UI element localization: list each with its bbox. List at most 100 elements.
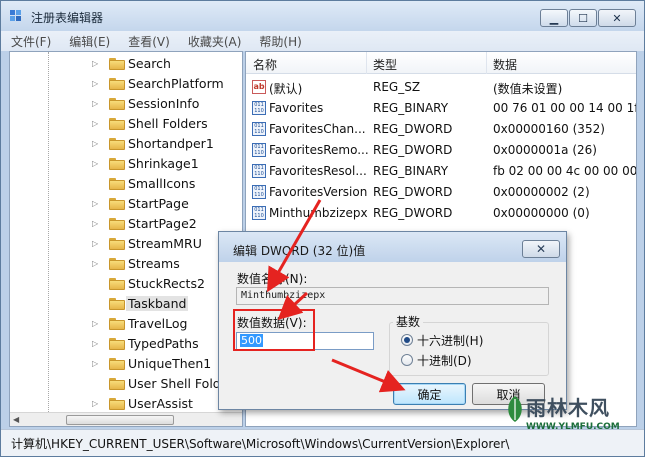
tree-item[interactable]: ▷ Search [10,54,242,74]
tree-item[interactable]: ▷ Shrinkage1 [10,154,242,174]
expand-arrow-icon[interactable]: ▷ [92,200,98,208]
close-icon: ✕ [535,242,547,256]
tree-item[interactable]: ▷ UniqueThen1 [10,354,242,374]
tree-item[interactable]: ▷ UserAssist [10,394,242,414]
menu-edit[interactable]: 编辑(E) [59,33,118,50]
tree-item[interactable]: ▷ Shell Folders [10,114,242,134]
tree-item-label: Shrinkage1 [128,156,199,171]
value-name-cell: Minthumbzizepx [269,206,368,220]
radio-hex-label[interactable]: 十六进制(H) [417,332,483,349]
tree-item-label: Streams [128,256,180,271]
close-icon: ✕ [612,11,622,25]
tree-item-label: StartPage2 [128,216,197,231]
tree-item[interactable]: ▷ Streams [10,254,242,274]
column-header-data[interactable]: 数据 [493,56,517,73]
expand-arrow-icon[interactable]: ▷ [92,80,98,88]
minimize-button[interactable]: ▁ [540,9,568,27]
radio-hex[interactable] [401,334,413,346]
expand-arrow-icon[interactable]: ▷ [92,360,98,368]
expand-arrow-icon[interactable]: ▷ [92,340,98,348]
registry-value-row[interactable]: 011 110 Favorites REG_BINARY 00 76 01 00 00… [246,98,637,119]
registry-value-row[interactable]: ab (默认) REG_SZ (数值未设置) [246,77,636,98]
registry-value-row[interactable]: 011 110 FavoritesVersion REG_DWORD 0x000000… [246,182,636,203]
value-data-cell: 00 76 01 00 00 14 00 1f 8 [493,101,637,115]
column-divider[interactable] [366,52,367,74]
close-button[interactable]: ✕ [598,9,636,27]
tree-item-label: StreamMRU [128,236,202,251]
column-header-name[interactable]: 名称 [253,56,277,73]
expand-arrow-icon[interactable]: ▷ [92,260,98,268]
value-type-cell: REG_DWORD [373,143,453,157]
tree-item[interactable]: ▷ StreamMRU [10,234,242,254]
registry-tree-pane[interactable]: ▷ Search ▷ SearchPlatform ▷ SessionInfo ▷ Shell… [9,51,243,427]
tree-item-label: Shell Folders [128,116,208,131]
scrollbar-thumb[interactable] [66,415,174,425]
expand-arrow-icon[interactable]: ▷ [92,400,98,408]
registry-value-row[interactable]: 011 110 Minthumbzizepx REG_DWORD 0x00000000… [246,203,636,224]
menu-view[interactable]: 查看(V) [118,33,178,50]
value-data-cell: 0x00000000 (0) [493,206,590,220]
watermark-text: 雨林木风 [526,396,610,420]
folder-icon [109,378,125,390]
expand-arrow-icon[interactable]: ▷ [92,320,98,328]
menu-favorites[interactable]: 收藏夹(A) [178,33,250,50]
tree-horizontal-scrollbar[interactable]: ◀ [10,412,242,426]
ok-button-label: 确定 [417,387,442,402]
registry-editor-app-icon [10,10,21,21]
string-value-icon: ab [252,80,266,94]
window-title: 注册表编辑器 [31,11,104,25]
maximize-button[interactable]: ☐ [569,9,597,27]
folder-icon [109,118,125,130]
value-type-cell: REG_BINARY [373,164,449,178]
value-name-cell: (默认) [269,82,303,96]
minimize-icon: ▁ [549,11,559,25]
tree-item-label: User Shell Folde [128,376,229,391]
tree-item[interactable]: StuckRects2 [10,274,242,294]
dialog-close-button[interactable]: ✕ [522,240,560,258]
title-bar[interactable]: 注册表编辑器 ▁ ☐ ✕ [1,1,644,31]
menu-file[interactable]: 文件(F) [1,33,59,50]
value-data-cell: fb 02 00 00 4c 00 00 00 0 [493,164,637,178]
ok-button[interactable]: 确定 [393,383,466,405]
tree-item[interactable]: ▷ SearchPlatform [10,74,242,94]
radio-dec[interactable] [401,354,413,366]
registry-value-row[interactable]: 011 110 FavoritesRemo... REG_DWORD 0x000000… [246,140,636,161]
tree-item[interactable]: Taskband [10,294,242,314]
dialog-title-bar[interactable]: 编辑 DWORD (32 位)值 ✕ [219,232,566,262]
expand-arrow-icon[interactable]: ▷ [92,140,98,148]
tree-item[interactable]: ▷ StartPage2 [10,214,242,234]
menu-help[interactable]: 帮助(H) [249,33,309,50]
column-divider[interactable] [486,52,487,74]
status-path: 计算机\HKEY_CURRENT_USER\Software\Microsoft… [11,437,510,451]
folder-icon [109,158,125,170]
expand-arrow-icon[interactable]: ▷ [92,160,98,168]
folder-icon [109,398,125,410]
tree-item[interactable]: ▷ SessionInfo [10,94,242,114]
value-name-field: Minthumbzizepx [236,287,549,305]
column-header-type[interactable]: 类型 [373,56,397,73]
scroll-left-icon[interactable]: ◀ [13,415,19,424]
watermark-url: WWW.YLMFU.COM [526,422,620,432]
base-label: 基数 [393,313,424,330]
expand-arrow-icon[interactable]: ▷ [92,240,98,248]
tree-item-label: UniqueThen1 [128,356,212,371]
expand-arrow-icon[interactable]: ▷ [92,60,98,68]
value-data-cell: 0x0000001a (26) [493,143,597,157]
tree-item-label: SmallIcons [128,176,196,191]
tree-item[interactable]: ▷ TravelLog [10,314,242,334]
folder-icon [109,238,125,250]
expand-arrow-icon[interactable]: ▷ [92,120,98,128]
expand-arrow-icon[interactable]: ▷ [92,100,98,108]
registry-value-row[interactable]: 011 110 FavoritesResol... REG_BINARY fb 02 … [246,161,637,182]
tree-item[interactable]: User Shell Folde [10,374,242,394]
tree-item[interactable]: ▷ StartPage [10,194,242,214]
expand-arrow-icon[interactable]: ▷ [92,220,98,228]
tree-item[interactable]: SmallIcons [10,174,242,194]
tree-item[interactable]: ▷ TypedPaths [10,334,242,354]
registry-value-row[interactable]: 011 110 FavoritesChan... REG_DWORD 0x000001… [246,119,636,140]
tree-item[interactable]: ▷ Shortandper1 [10,134,242,154]
value-type-cell: REG_DWORD [373,206,453,220]
radio-dec-label[interactable]: 十进制(D) [417,352,472,369]
list-header: 名称 类型 数据 [246,52,636,74]
folder-icon [109,358,125,370]
